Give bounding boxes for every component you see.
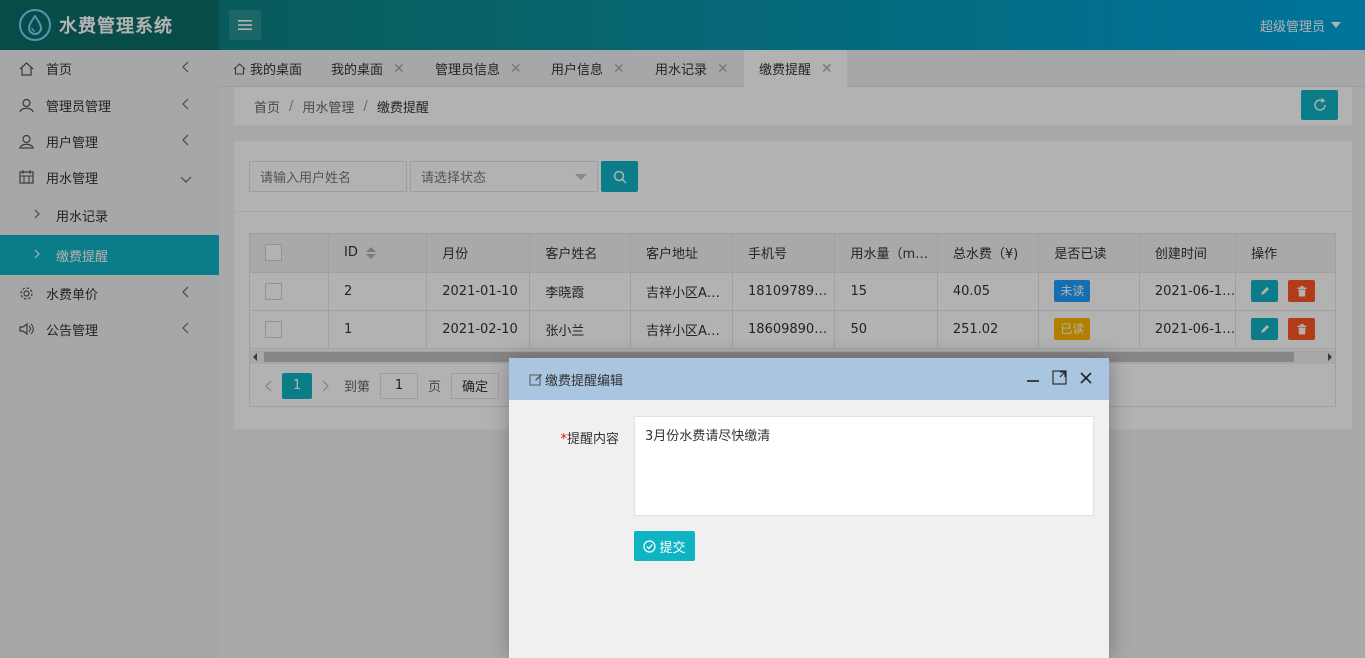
dialog-title: 缴费提醒编辑 bbox=[545, 373, 624, 389]
edit-icon bbox=[529, 373, 543, 386]
submit-button[interactable]: 提交 bbox=[634, 531, 695, 561]
dialog-controls bbox=[1014, 370, 1093, 385]
reminder-content-label: *提醒内容 bbox=[560, 432, 619, 447]
check-circle-icon bbox=[643, 539, 657, 553]
edit-dialog: 缴费提醒编辑 *提醒内容 3月份水费请尽快缴清 提交 bbox=[509, 358, 1109, 658]
dialog-header[interactable]: 缴费提醒编辑 bbox=[509, 358, 1109, 400]
minimize-icon[interactable] bbox=[1026, 371, 1040, 385]
submit-label: 提交 bbox=[659, 540, 686, 556]
reminder-content-textarea[interactable]: 3月份水费请尽快缴清 bbox=[634, 416, 1094, 516]
close-icon[interactable] bbox=[1079, 371, 1093, 385]
maximize-icon[interactable] bbox=[1052, 370, 1067, 385]
